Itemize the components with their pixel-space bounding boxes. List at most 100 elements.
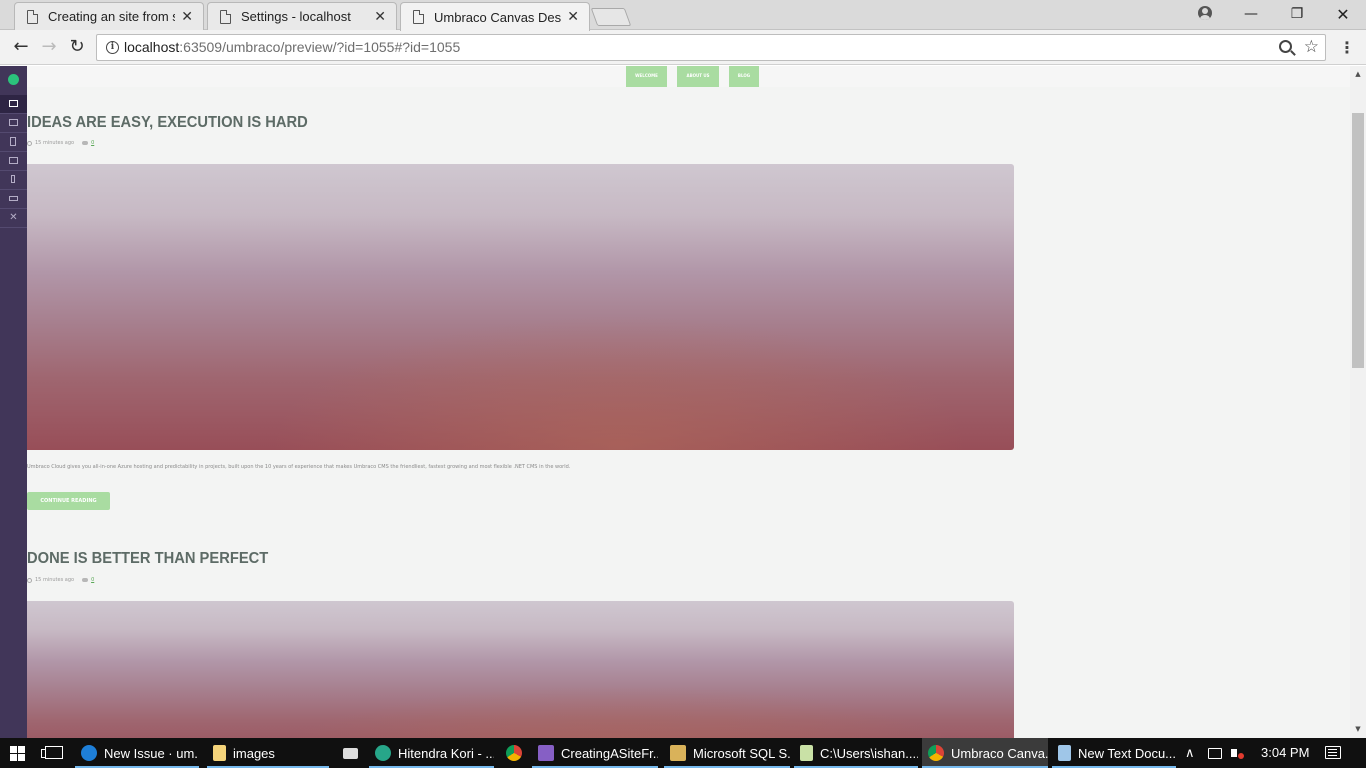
tab-settings[interactable]: Settings - localhost ✕ [207,2,397,30]
page-icon [220,9,231,24]
back-button[interactable]: ← [9,36,33,58]
tab-close-icon[interactable]: ✕ [374,9,386,25]
task-view-icon[interactable] [41,746,63,759]
windows-taskbar: New Issue · um... images Hitendra Kori -… [0,738,1366,768]
taskbar-item-app[interactable]: Hitendra Kori - ... [369,738,494,768]
browser-menu-icon[interactable]: ⋮ [1339,38,1355,57]
comment-icon [82,578,89,582]
desktop-icon [9,100,18,107]
volume-muted-icon[interactable] [1231,738,1244,768]
scroll-down-arrow[interactable]: ▼ [1350,722,1366,736]
clock-time[interactable]: 3:04 PM [1261,745,1309,760]
tab-close-icon[interactable]: ✕ [567,9,579,25]
continue-reading-button[interactable]: CONTINUE READING [27,492,110,510]
exit-preview-button[interactable]: ✕ [0,209,27,228]
nav-welcome[interactable]: WELCOME [626,66,667,87]
post-time: 15 minutes ago [35,577,75,583]
laptop-icon [9,119,18,126]
chrome-icon [506,745,522,761]
reload-button[interactable]: ↻ [65,36,89,58]
comment-icon [82,141,89,145]
taskbar-item-edge[interactable]: New Issue · um... [75,738,199,768]
notepad-icon [1058,745,1071,761]
taskbar-item-mail[interactable] [337,738,367,768]
website-content: WELCOME ABOUT US BLOG IDEAS ARE EASY, EX… [27,66,1350,738]
tab-creating-site[interactable]: Creating an site from scratch ✕ [14,2,204,30]
tab-close-icon[interactable]: ✕ [181,9,193,25]
tablet-icon [10,137,16,146]
forward-button[interactable]: → [37,36,61,58]
url-text: localhost:63509/umbraco/preview/?id=1055… [124,39,460,55]
close-icon: ✕ [9,212,18,223]
post-title[interactable]: DONE IS BETTER THAN PERFECT [27,550,268,568]
new-tab-button[interactable] [590,8,632,26]
profile-icon[interactable] [1198,6,1212,20]
taskbar-item-notepad[interactable]: C:\Users\ishan.... [794,738,918,768]
url-path: :63509/umbraco/preview/?id=1055#?id=1055 [179,39,461,55]
taskbar-label: C:\Users\ishan.... [820,745,918,761]
zoom-icon[interactable] [1279,40,1292,53]
vertical-scrollbar[interactable]: ▲ ▼ [1350,66,1366,738]
action-center-icon[interactable] [1325,746,1341,759]
post-time: 15 minutes ago [35,140,75,146]
taskbar-item-sql-server[interactable]: Microsoft SQL S... [664,738,790,768]
taskbar-label: New Text Docu... [1078,745,1176,761]
scroll-up-arrow[interactable]: ▲ [1350,67,1366,81]
desktop-preview-button[interactable] [0,95,27,114]
sql-server-icon [670,745,686,761]
taskbar-item-chrome[interactable] [500,738,530,768]
restore-button[interactable]: ❐ [1274,0,1320,28]
taskbar-label: Umbraco Canva... [951,745,1048,761]
tray-chevron-icon[interactable]: ∧ [1185,738,1195,768]
start-button[interactable] [10,746,26,761]
network-icon[interactable] [1208,738,1222,768]
nav-blog[interactable]: BLOG [729,66,759,87]
page-icon [413,10,424,24]
tab-title: Umbraco Canvas Designer [434,9,562,25]
laptop-preview-button[interactable] [0,114,27,133]
taskbar-item-chrome-umbraco[interactable]: Umbraco Canva... [922,738,1048,768]
phone-landscape-preview-button[interactable] [0,190,27,209]
tablet-preview-button[interactable] [0,133,27,152]
taskbar-label: Hitendra Kori - ... [398,745,494,761]
taskbar-label: images [233,745,275,761]
window-close-button[interactable]: ✕ [1320,0,1366,28]
tablet-landscape-icon [9,157,18,164]
clock-icon [27,140,32,146]
tablet-landscape-preview-button[interactable] [0,152,27,171]
comment-count[interactable]: 0 [91,577,94,583]
comment-count[interactable]: 0 [91,140,94,146]
browser-toolbar: ← → ↻ i localhost:63509/umbraco/preview/… [0,30,1366,65]
url-host: localhost [124,39,180,55]
post-meta: 15 minutes ago 0 [27,577,94,583]
post-image[interactable] [27,601,1014,738]
umbraco-logo-icon[interactable] [8,74,19,85]
chrome-icon [928,745,944,761]
canvas-designer-panel: ✕ [0,66,27,738]
tab-umbraco-canvas-designer[interactable]: Umbraco Canvas Designer ✕ [400,2,590,31]
phone-preview-button[interactable] [0,171,27,190]
taskbar-item-explorer[interactable]: images [207,738,329,768]
notepad-icon [800,745,813,761]
scroll-thumb[interactable] [1352,113,1364,368]
phone-landscape-icon [9,196,18,201]
bookmark-star-icon[interactable]: ☆ [1304,37,1319,57]
mail-icon [343,747,358,759]
nav-about-us[interactable]: ABOUT US [677,66,719,87]
minimize-button[interactable]: — [1228,0,1274,28]
post-meta: 15 minutes ago 0 [27,140,94,146]
folder-icon [213,745,226,761]
post-excerpt: Umbraco Cloud gives you all-in-one Azure… [27,464,571,470]
taskbar-item-visual-studio[interactable]: CreatingASiteFr... [532,738,658,768]
post-title[interactable]: IDEAS ARE EASY, EXECUTION IS HARD [27,114,308,132]
edge-icon [81,745,97,761]
page-icon [27,9,38,24]
address-bar[interactable]: i localhost:63509/umbraco/preview/?id=10… [96,34,1326,61]
visual-studio-icon [538,745,554,761]
taskbar-item-text-document[interactable]: New Text Docu... [1052,738,1176,768]
site-info-icon[interactable]: i [106,41,119,54]
tab-title: Settings - localhost [241,9,351,24]
page-viewport: ✕ WELCOME ABOUT US BLOG IDEAS ARE EASY, … [0,66,1366,738]
windows-logo-icon [10,746,17,753]
post-image[interactable] [27,164,1014,450]
